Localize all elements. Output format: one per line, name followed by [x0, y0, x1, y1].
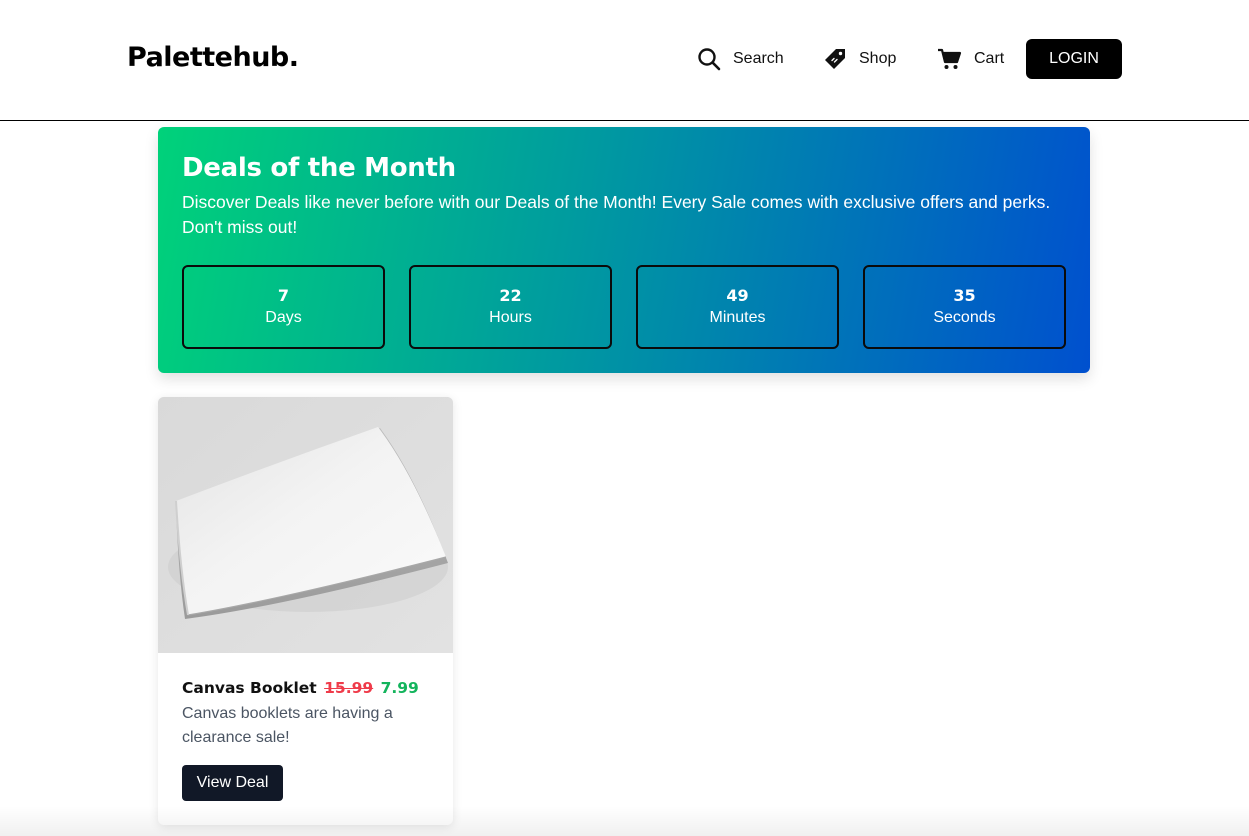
countdown-seconds-unit: Seconds [933, 309, 996, 326]
nav-cart-label: Cart [974, 50, 1005, 67]
countdown-minutes-value: 49 [726, 286, 749, 305]
nav-shop[interactable]: Shop [823, 45, 896, 73]
banner-description: Discover Deals like never before with ou… [182, 192, 1051, 237]
booklet-image [158, 397, 453, 653]
deal-description: Canvas booklets are having a clearance s… [182, 705, 393, 746]
nav-search[interactable]: Search [697, 45, 784, 73]
countdown-minutes: 49 Minutes [636, 265, 839, 349]
nav-search-label: Search [733, 50, 784, 67]
deal-card-body: Canvas Booklet 15.99 7.99 Canvas booklet… [182, 677, 432, 750]
countdown-hours: 22 Hours [409, 265, 612, 349]
cart-icon [938, 48, 962, 69]
countdown-hours-unit: Hours [489, 309, 532, 326]
nav-shop-label: Shop [859, 50, 897, 67]
deals-banner: Deals of the Month Discover Deals like n… [158, 127, 1090, 373]
deal-old-price: 15.99 [324, 679, 374, 697]
deal-name: Canvas Booklet [182, 679, 317, 697]
booklet-illustration [158, 397, 453, 653]
tag-icon [825, 49, 845, 69]
deal-title-line: Canvas Booklet 15.99 7.99 [182, 677, 432, 699]
countdown-seconds-value: 35 [953, 286, 976, 305]
nav-cart[interactable]: Cart [937, 45, 1004, 73]
banner-title: Deals of the Month [182, 153, 456, 183]
countdown-days-value: 7 [277, 286, 290, 305]
view-deal-button[interactable]: View Deal [182, 765, 283, 801]
deal-new-price: 7.99 [380, 679, 419, 697]
countdown-seconds: 35 Seconds [863, 265, 1066, 349]
login-button[interactable]: LOGIN [1026, 39, 1122, 79]
deal-card: Canvas Booklet 15.99 7.99 Canvas booklet… [158, 397, 453, 825]
search-icon [698, 48, 721, 71]
countdown-hours-value: 22 [499, 286, 522, 305]
countdown-days: 7 Days [182, 265, 385, 349]
site-header: Palettehub. Search Shop Cart LOGIN [0, 0, 1249, 121]
countdown-days-unit: Days [265, 309, 302, 326]
countdown-minutes-unit: Minutes [709, 309, 766, 326]
site-logo[interactable]: Palettehub. [127, 42, 299, 73]
